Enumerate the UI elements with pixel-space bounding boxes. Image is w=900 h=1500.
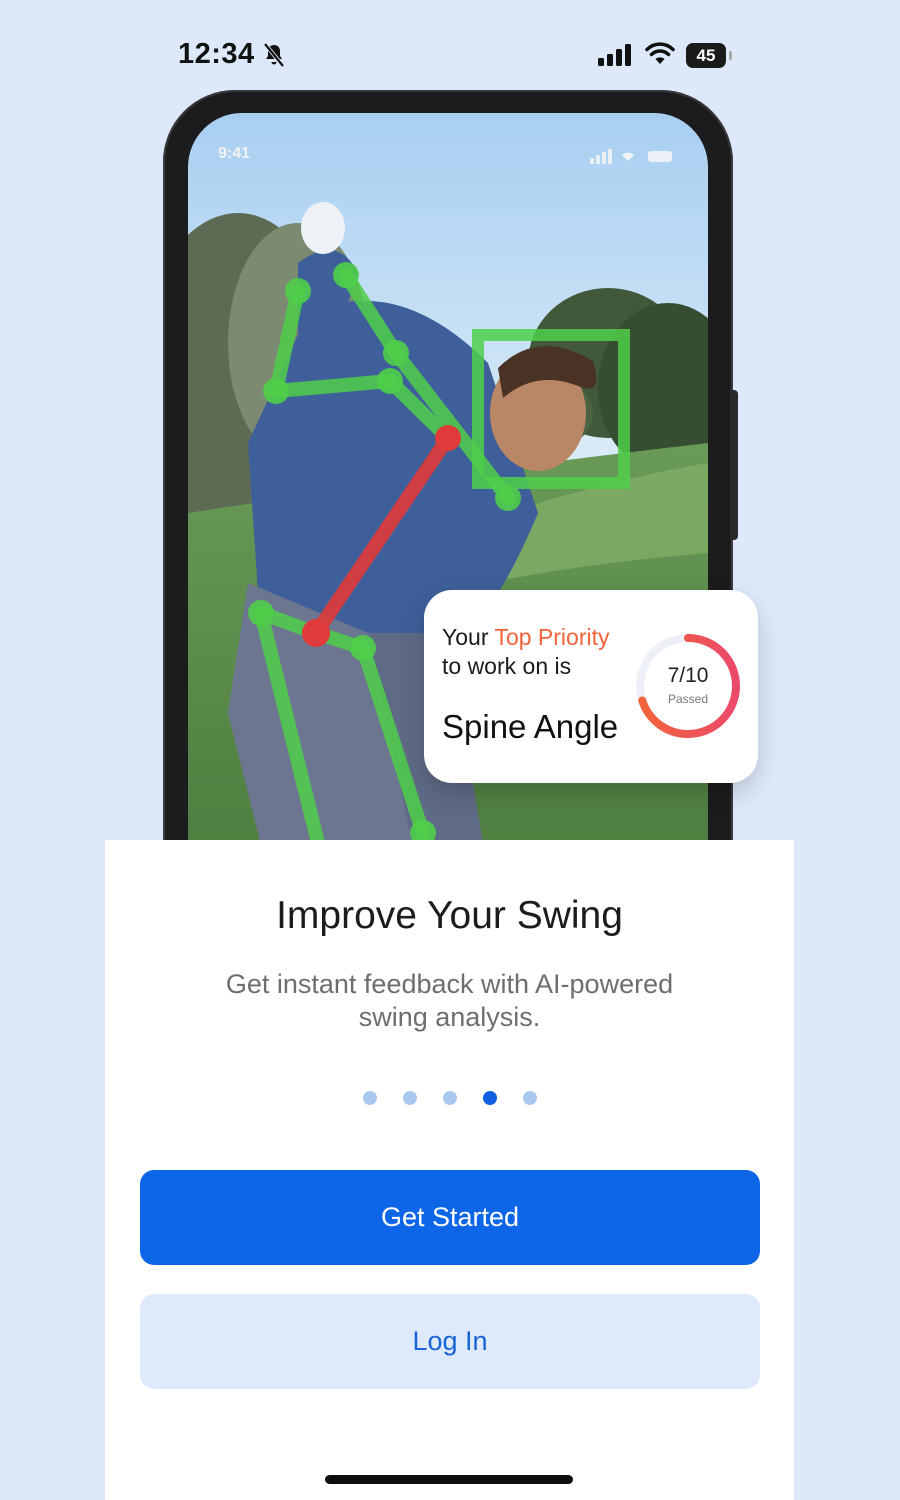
onboarding-title: Improve Your Swing xyxy=(276,894,623,937)
priority-card-heading: Your Top Priority xyxy=(442,624,610,651)
priority-prefix: Your xyxy=(442,624,495,650)
priority-card-title: Spine Angle xyxy=(442,708,619,745)
page-dot[interactable] xyxy=(523,1091,537,1105)
score-label: Passed xyxy=(667,692,709,706)
page-dot[interactable] xyxy=(403,1091,417,1105)
battery-indicator: 45 xyxy=(686,43,732,68)
bell-muted-icon xyxy=(263,42,285,68)
priority-accent: Top Priority xyxy=(494,624,610,650)
log-in-button[interactable]: Log In xyxy=(140,1294,760,1389)
onboarding-subtitle: Get instant feedback with AI-powered swi… xyxy=(225,969,674,1032)
page-dot-active[interactable] xyxy=(483,1091,497,1105)
page-dot[interactable] xyxy=(443,1091,457,1105)
priority-card-subheading: to work on is xyxy=(442,653,572,679)
cellular-signal-icon xyxy=(598,44,631,66)
wifi-icon xyxy=(645,42,675,64)
home-indicator xyxy=(325,1475,573,1484)
status-time: 12:34 xyxy=(178,38,255,70)
page-dot[interactable] xyxy=(363,1091,377,1105)
page-indicator[interactable] xyxy=(363,1091,537,1105)
mockup-status-time: 9:41 xyxy=(218,145,251,162)
phone-side-button xyxy=(730,390,738,540)
get-started-button[interactable]: Get Started xyxy=(140,1170,760,1265)
onboarding-sheet: Improve Your Swing Get instant feedback … xyxy=(105,840,794,1500)
score-value: 7/10 xyxy=(667,664,709,687)
priority-card: Your Top Priority to work on is Spine An… xyxy=(424,590,758,783)
